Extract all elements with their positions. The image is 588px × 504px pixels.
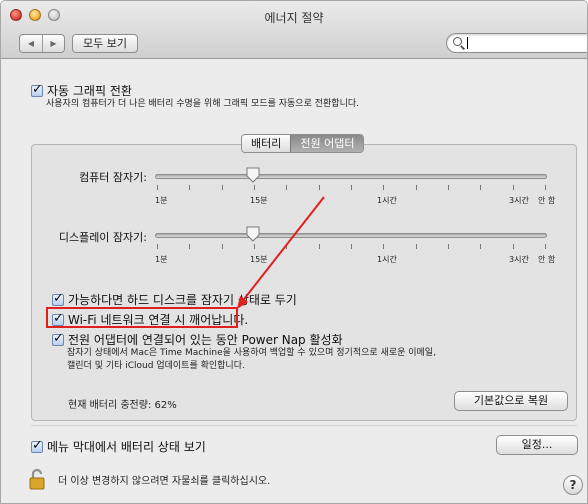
text-cursor xyxy=(467,37,468,49)
preferences-window: 에너지 절약 ◀ ▶ 모두 보기 자동 그래픽 전환 사용자의 컴퓨터가 더 나… xyxy=(0,0,588,504)
computer-sleep-tick-mark xyxy=(351,185,352,190)
auto-graphics-checkbox[interactable] xyxy=(31,82,43,97)
computer-sleep-tick-mark xyxy=(157,185,158,190)
menu-bar-battery-label: 메뉴 막대에서 배터리 상태 보기 xyxy=(47,440,206,454)
bottom-divider xyxy=(31,425,577,426)
display-sleep-tick-mark xyxy=(480,244,482,249)
show-all-button[interactable]: 모두 보기 xyxy=(72,34,138,53)
auto-graphics-label: 자동 그래픽 전환 xyxy=(47,84,132,98)
power-nap-row: 전원 어댑터에 연결되어 있는 동안 Power Nap 활성화 xyxy=(52,331,343,348)
display-sleep-tick-mark xyxy=(415,244,417,249)
search-icon xyxy=(453,37,462,46)
power-nap-description-line1: 잠자기 상태에서 Mac은 Time Machine을 사용하여 백업할 수 있… xyxy=(67,348,436,358)
computer-sleep-tick-mark xyxy=(512,185,514,190)
computer-sleep-tick-mark xyxy=(189,185,191,190)
menu-bar-battery-checkbox[interactable] xyxy=(31,438,43,453)
display-sleep-tick-1min: 1분 xyxy=(155,255,168,264)
window-title: 에너지 절약 xyxy=(264,11,324,25)
display-sleep-tick-mark xyxy=(254,244,255,249)
search-input[interactable] xyxy=(467,36,582,50)
computer-sleep-tick-mark xyxy=(480,185,482,190)
hard-disk-sleep-checkbox[interactable] xyxy=(52,291,64,306)
display-sleep-tick-mark xyxy=(157,244,158,249)
computer-sleep-slider[interactable] xyxy=(155,174,547,179)
back-arrow-icon: ◀ xyxy=(27,39,35,48)
computer-sleep-tick-mark xyxy=(286,185,288,190)
computer-sleep-tick-mark xyxy=(254,185,255,190)
computer-sleep-tick-mark xyxy=(221,185,223,190)
computer-sleep-tick-mark xyxy=(448,185,449,190)
computer-sleep-tick-1min: 1분 xyxy=(155,196,168,205)
lock-description: 더 이상 변경하지 않으려면 자물쇠를 클릭하십시오. xyxy=(58,476,271,487)
power-nap-label: 전원 어댑터에 연결되어 있는 동안 Power Nap 활성화 xyxy=(68,333,343,347)
display-sleep-tick-mark xyxy=(221,244,223,249)
computer-sleep-tick-1hour: 1시간 xyxy=(377,196,397,205)
hard-disk-sleep-row: 가능하다면 하드 디스크를 잠자기 상태로 두기 xyxy=(52,291,297,308)
restore-defaults-button[interactable]: 기본값으로 복원 xyxy=(454,391,568,411)
settings-tab-panel xyxy=(31,144,577,421)
display-sleep-tick-3hours: 3시간 xyxy=(509,255,529,264)
tab-selector: 배터리 전원 어댑터 xyxy=(241,134,365,153)
computer-sleep-tick-3hours: 3시간 xyxy=(509,196,529,205)
display-sleep-slider[interactable] xyxy=(155,233,547,238)
display-sleep-tick-mark xyxy=(351,244,352,249)
help-button[interactable]: ? xyxy=(563,475,583,495)
display-sleep-tick-15min: 15분 xyxy=(250,255,268,264)
tab-battery[interactable]: 배터리 xyxy=(242,135,291,152)
display-sleep-tick-mark xyxy=(318,244,320,249)
computer-sleep-label: 컴퓨터 잠자기: xyxy=(79,171,147,184)
display-sleep-tick-mark xyxy=(545,244,546,249)
search-field[interactable] xyxy=(446,33,587,53)
display-sleep-tick-mark xyxy=(512,244,514,249)
menu-bar-battery-row: 메뉴 막대에서 배터리 상태 보기 xyxy=(31,438,206,455)
display-sleep-slider-knob[interactable] xyxy=(245,226,261,242)
schedule-button[interactable]: 일정... xyxy=(496,435,578,455)
computer-sleep-tick-mark xyxy=(383,185,385,190)
forward-arrow-icon: ▶ xyxy=(50,39,57,48)
back-button[interactable]: ◀ xyxy=(20,35,42,52)
hard-disk-sleep-label: 가능하다면 하드 디스크를 잠자기 상태로 두기 xyxy=(68,293,297,307)
computer-sleep-slider-knob[interactable] xyxy=(245,167,261,183)
display-sleep-tick-1hour: 1시간 xyxy=(377,255,397,264)
power-nap-checkbox[interactable] xyxy=(52,331,64,346)
title-bar: 에너지 절약 ◀ ▶ 모두 보기 xyxy=(1,1,587,59)
display-sleep-tick-mark xyxy=(286,244,288,249)
display-sleep-label: 디스플레이 잠자기: xyxy=(58,231,147,244)
display-sleep-tick-mark xyxy=(189,244,191,249)
navigation-buttons: ◀ ▶ xyxy=(19,34,65,53)
auto-graphics-row: 자동 그래픽 전환 xyxy=(31,82,132,99)
display-sleep-tick-never: 안 함 xyxy=(538,255,556,264)
auto-graphics-description: 사용자의 컴퓨터가 더 나은 배터리 수명을 위해 그래픽 모드를 자동으로 전… xyxy=(46,99,359,109)
computer-sleep-tick-mark xyxy=(318,185,320,190)
computer-sleep-tick-mark xyxy=(545,185,546,190)
display-sleep-tick-mark xyxy=(448,244,449,249)
computer-sleep-tick-15min: 15분 xyxy=(250,196,268,205)
lock-icon[interactable] xyxy=(29,468,45,490)
tab-power-adapter[interactable]: 전원 어댑터 xyxy=(290,135,364,152)
display-sleep-tick-mark xyxy=(383,244,385,249)
computer-sleep-tick-mark xyxy=(415,185,417,190)
forward-button[interactable]: ▶ xyxy=(42,35,64,52)
annotation-highlight-box xyxy=(46,307,238,328)
computer-sleep-tick-never: 안 함 xyxy=(538,196,556,205)
power-nap-description-line2: 캘린더 및 기타 iCloud 업데이트를 확인합니다. xyxy=(67,361,245,371)
battery-charge-status: 현재 배터리 충전량: 62% xyxy=(68,400,177,411)
